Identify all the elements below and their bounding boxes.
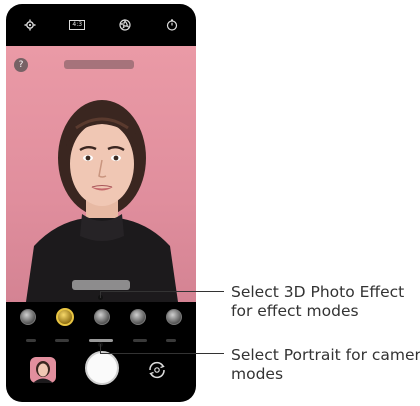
effect-option[interactable] [20,309,36,325]
callout-mode-line1: Select Portrait for camera [231,346,420,364]
timer-icon[interactable] [163,16,181,34]
mode-item[interactable] [55,338,70,342]
gear-icon[interactable] [21,16,39,34]
camera-bottom-bar [6,349,196,399]
effect-selector [6,302,196,332]
callout-text-mode: Select Portrait for camera modes [231,346,420,384]
effect-option[interactable] [166,309,182,325]
aspect-ratio-button[interactable]: 4:3 [68,16,86,34]
camera-viewfinder[interactable]: ? [6,46,196,302]
mode-item[interactable] [166,338,177,342]
callout-line-effect-vertical [100,291,101,298]
callout-line-effect-horizontal [100,291,224,292]
mode-item[interactable] [132,338,147,342]
callout-line-mode-horizontal [100,353,224,354]
gallery-thumbnail-image [33,361,53,383]
mode-toast [64,60,134,69]
effect-option[interactable] [94,309,110,325]
shutter-button[interactable] [85,351,119,385]
callout-line-mode-vertical [100,344,101,354]
callout-text-effect: Select 3D Photo Effect for effect modes [231,283,404,321]
effect-option[interactable] [130,309,146,325]
help-button[interactable]: ? [14,58,28,72]
camera-switch-icon[interactable] [146,359,168,381]
callout-effect-line2: for effect modes [231,302,359,320]
effect-option-3d-photo-selected[interactable] [56,308,74,326]
callout-effect-line1: Select 3D Photo Effect [231,283,405,301]
aperture-icon[interactable] [116,16,134,34]
gallery-thumbnail[interactable] [30,357,56,383]
callout-mode-line2: modes [231,365,284,383]
camera-top-bar: 4:3 [6,4,196,46]
aspect-ratio-label: 4:3 [69,20,86,30]
effect-name-toast [72,280,130,290]
mode-item[interactable] [25,338,36,342]
portrait-subject [26,100,178,302]
